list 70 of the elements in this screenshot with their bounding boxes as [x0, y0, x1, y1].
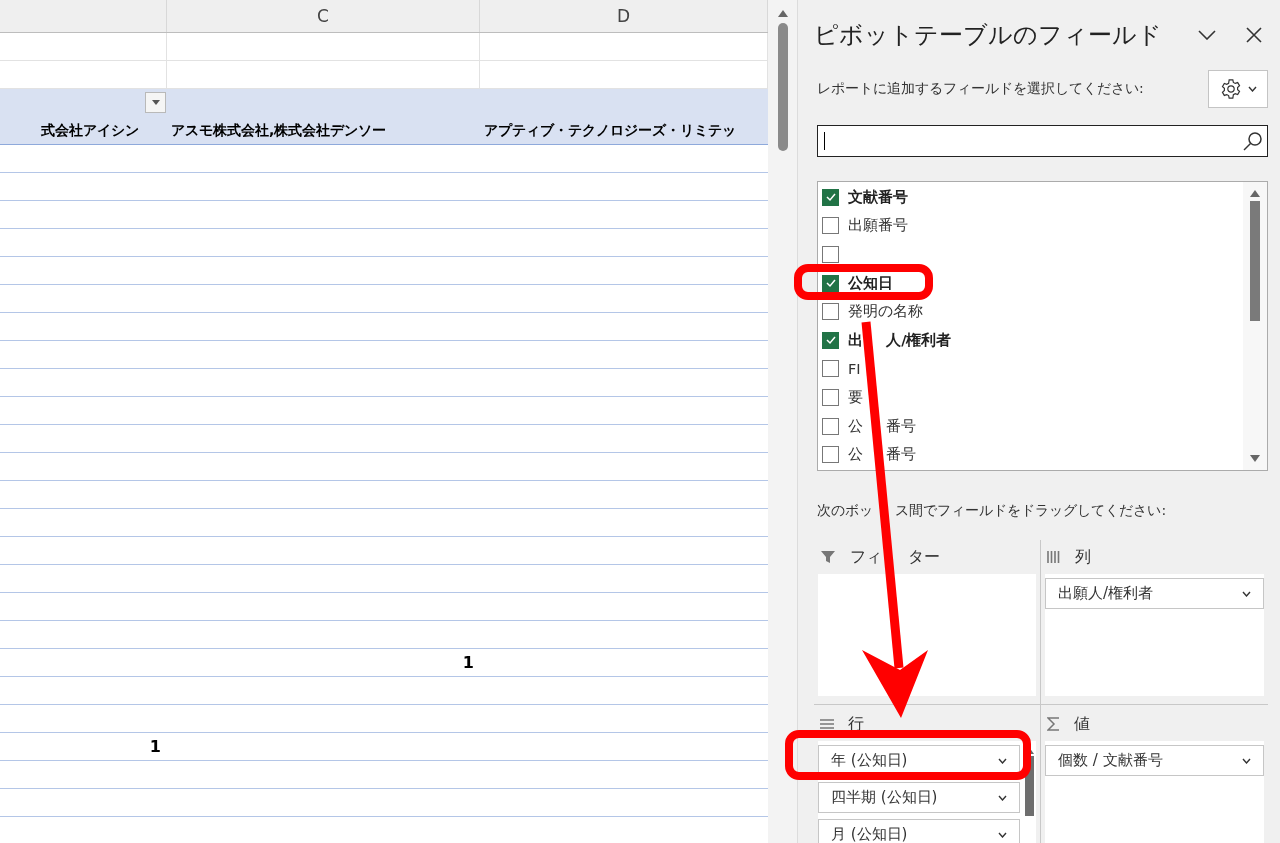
checkbox[interactable] [822, 360, 839, 378]
table-header-cell: アプティブ・テクノロジーズ・リミテッ [484, 122, 736, 140]
field-label[interactable]: 公知日 [848, 273, 893, 293]
area-label: フィ [850, 546, 882, 568]
column-header[interactable]: C [167, 0, 480, 32]
settings-button[interactable] [1208, 70, 1268, 108]
scroll-up-icon[interactable] [1250, 190, 1260, 197]
chevron-down-icon [1242, 757, 1251, 764]
field-label[interactable]: 文献番号 [848, 187, 908, 207]
checkbox[interactable] [822, 303, 839, 321]
area-label: ター [907, 546, 940, 568]
field-dropdown[interactable]: 月 (公知日) [818, 819, 1020, 843]
field-dropdown[interactable]: 出願人/権利者 [1045, 578, 1264, 609]
checkbox[interactable] [822, 446, 839, 464]
table-header-cell: アスモ株式会社,株式会社デンソー [171, 122, 387, 140]
columns-icon [1047, 550, 1061, 564]
settings-icon [1219, 78, 1242, 100]
field-label[interactable]: 要 [848, 387, 863, 407]
field-label[interactable]: 出願番号 [848, 216, 908, 236]
drop-area[interactable]: 個数 / 文献番号 [1045, 741, 1264, 843]
chevron-down-icon [998, 831, 1007, 838]
scroll-up-icon[interactable] [777, 10, 788, 17]
caret-icon [1247, 86, 1257, 92]
search-field[interactable] [817, 125, 1268, 157]
area-label: 値 [1074, 713, 1090, 735]
filter-icon [820, 549, 836, 565]
scroll-thumb[interactable] [1250, 201, 1260, 321]
instruction-text: 次のボッ [817, 502, 873, 520]
close-icon[interactable] [1246, 27, 1262, 43]
scroll-down-icon[interactable] [1250, 455, 1260, 462]
field-label[interactable]: 公 [848, 445, 863, 465]
table-cell: 1 [149, 737, 161, 756]
sigma-icon [1047, 717, 1060, 731]
field-dropdown[interactable]: 四半期 (公知日) [818, 782, 1020, 813]
checkbox[interactable] [822, 188, 839, 206]
checkmark-icon [824, 192, 837, 203]
chevron-down-icon [998, 794, 1007, 801]
rows-icon [820, 718, 834, 730]
filter-dropdown-button[interactable] [145, 92, 166, 113]
caret-icon [151, 100, 160, 105]
field-label[interactable]: 公 [848, 416, 863, 436]
checkbox[interactable] [822, 417, 839, 435]
drop-area[interactable]: 出願人/権利者 [1045, 574, 1264, 696]
checkbox[interactable] [822, 274, 839, 292]
pane-title: ピボットテーブルのフィールド [814, 20, 1163, 51]
field-label[interactable]: FI [848, 360, 861, 377]
table-header-cell: 式会社アイシン [41, 122, 139, 140]
instruction-text: ス間でフィールドをドラッグしてください: [895, 502, 1167, 520]
field-dropdown[interactable]: 個数 / 文献番号 [1045, 745, 1264, 776]
drop-area[interactable] [818, 574, 1036, 696]
area-label: 列 [1075, 546, 1091, 568]
instruction-text: レポートに追加するフィールドを選択してください: [817, 80, 1144, 98]
checkmark-icon [824, 335, 837, 346]
field-label[interactable]: 発明の名称 [848, 302, 923, 322]
field-label[interactable]: 出 [848, 330, 863, 350]
checkbox[interactable] [822, 331, 839, 349]
checkmark-icon [824, 278, 837, 289]
checkbox[interactable] [822, 217, 839, 235]
chevron-down-icon[interactable] [1198, 30, 1216, 40]
chevron-down-icon [1242, 590, 1251, 597]
field-label[interactable]: 番号 [886, 416, 917, 436]
table-cell: 1 [462, 653, 474, 672]
search-icon [1243, 131, 1263, 151]
scroll-thumb[interactable] [1024, 756, 1034, 816]
scroll-thumb[interactable] [777, 23, 788, 151]
checkbox[interactable] [822, 246, 839, 263]
field-label[interactable]: 人/権利者 [886, 330, 952, 350]
chevron-down-icon [998, 757, 1007, 764]
field-label[interactable]: 番号 [886, 445, 917, 465]
checkbox[interactable] [822, 388, 839, 406]
